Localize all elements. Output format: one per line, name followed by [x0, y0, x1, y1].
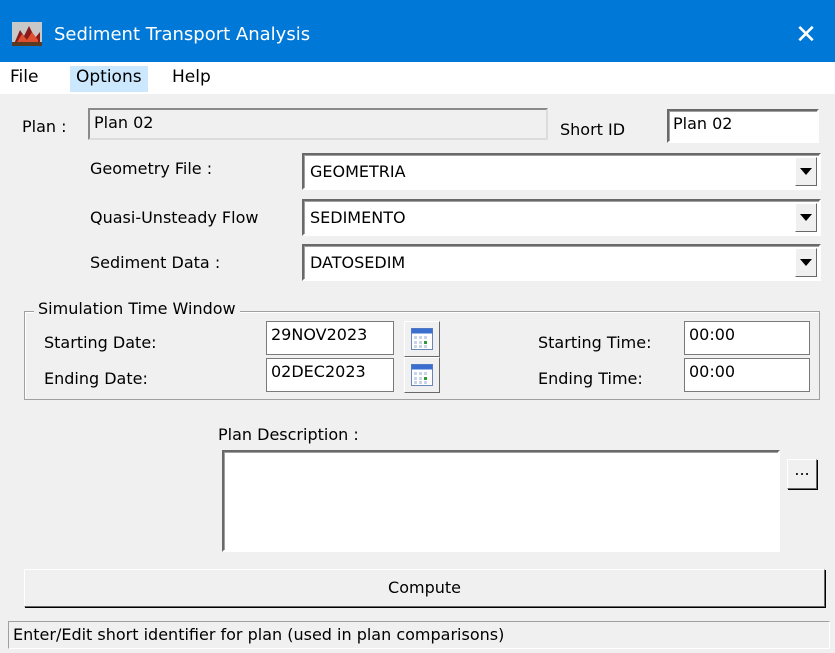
sediment-data-select[interactable]: DATOSEDIM: [302, 244, 821, 281]
short-id-label: Short ID: [560, 120, 626, 139]
geometry-file-label: Geometry File :: [90, 159, 213, 178]
starting-date-label: Starting Date:: [44, 333, 157, 352]
menu-file[interactable]: File: [4, 66, 44, 92]
ending-date-input[interactable]: 02DEC2023: [266, 358, 394, 392]
plan-label: Plan :: [22, 117, 67, 136]
app-icon: [12, 22, 42, 46]
plan-description-label: Plan Description :: [218, 425, 359, 444]
ending-time-label: Ending Time:: [538, 369, 643, 388]
sediment-transport-window: Sediment Transport Analysis ✕ File Optio…: [0, 0, 835, 653]
close-button[interactable]: ✕: [777, 8, 835, 62]
window-title: Sediment Transport Analysis: [54, 24, 311, 45]
ending-date-calendar-button[interactable]: [404, 357, 440, 393]
ending-date-label: Ending Date:: [44, 369, 148, 388]
calendar-icon: [411, 328, 433, 350]
geometry-file-value: GEOMETRIA: [310, 162, 406, 181]
plan-title-field: Plan 02: [88, 108, 548, 140]
menu-bar: File Options Help: [0, 62, 835, 94]
starting-time-input[interactable]: 00:00: [684, 321, 810, 355]
calendar-icon: [411, 364, 433, 386]
starting-date-calendar-button[interactable]: [404, 321, 440, 357]
chevron-down-icon[interactable]: [795, 248, 817, 277]
status-bar: Enter/Edit short identifier for plan (us…: [8, 621, 830, 649]
chevron-down-icon[interactable]: [795, 157, 817, 186]
menu-help[interactable]: Help: [166, 66, 217, 92]
quasi-unsteady-flow-value: SEDIMENTO: [310, 208, 406, 227]
quasi-unsteady-flow-select[interactable]: SEDIMENTO: [302, 199, 821, 236]
compute-button[interactable]: Compute: [24, 569, 825, 607]
chevron-down-icon[interactable]: [795, 203, 817, 232]
plan-description-browse-button[interactable]: ...: [787, 459, 817, 489]
title-bar[interactable]: Sediment Transport Analysis ✕: [0, 0, 835, 62]
geometry-file-select[interactable]: GEOMETRIA: [302, 153, 821, 190]
sediment-data-value: DATOSEDIM: [310, 253, 406, 272]
short-id-input[interactable]: Plan 02: [667, 109, 819, 143]
quasi-unsteady-flow-label: Quasi-Unsteady Flow: [90, 208, 259, 227]
sediment-data-label: Sediment Data :: [90, 253, 221, 272]
menu-options[interactable]: Options: [70, 66, 148, 92]
simulation-time-window-title: Simulation Time Window: [34, 299, 240, 318]
starting-time-label: Starting Time:: [538, 333, 652, 352]
close-icon: ✕: [795, 20, 817, 50]
ending-time-input[interactable]: 00:00: [684, 358, 810, 392]
starting-date-input[interactable]: 29NOV2023: [266, 321, 394, 355]
plan-description-textarea[interactable]: [222, 450, 780, 552]
